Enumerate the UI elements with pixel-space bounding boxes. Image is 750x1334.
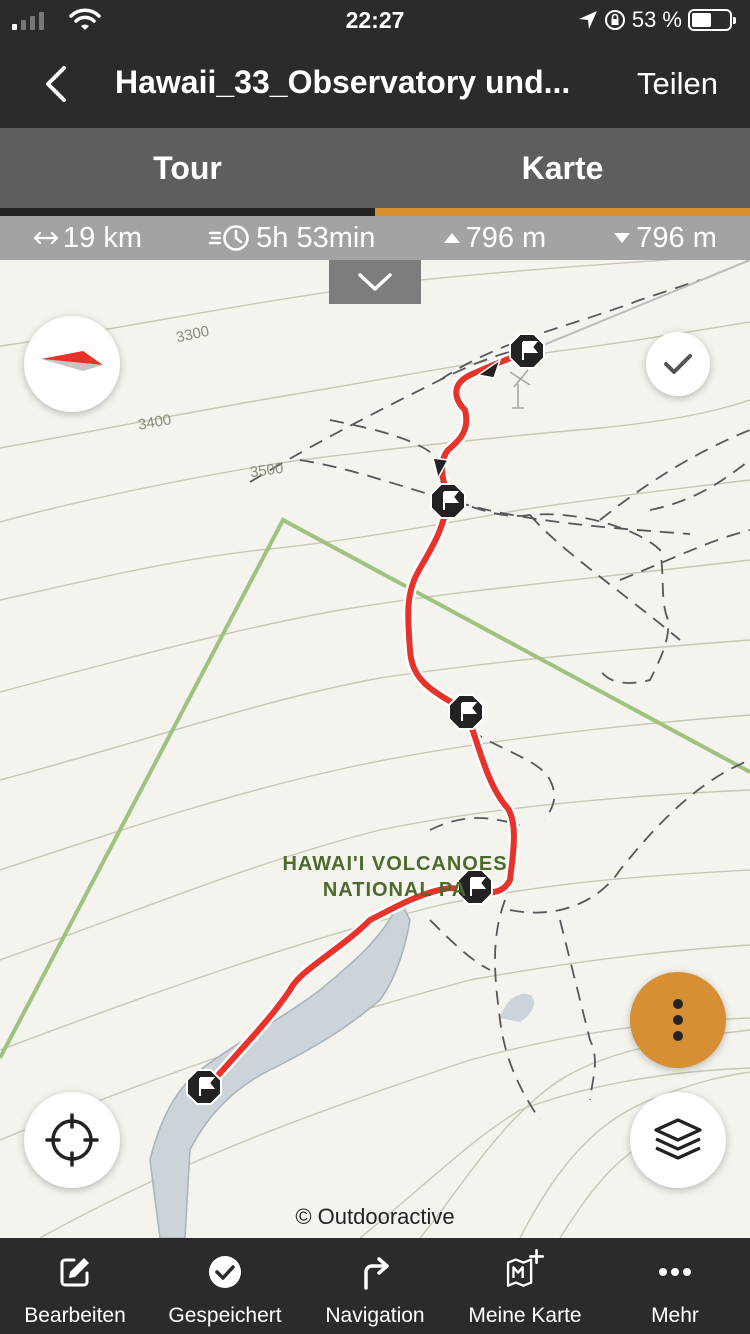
turn-right-arrow-icon — [364, 1257, 389, 1290]
tab-tour[interactable]: Tour — [0, 128, 375, 216]
chevron-left-icon — [46, 66, 66, 102]
waypoint-flag-2[interactable] — [430, 483, 466, 519]
confirm-check-button[interactable] — [646, 332, 710, 396]
battery-level — [692, 13, 712, 27]
bottom-toolbar: Bearbeiten Gespeichert Navigation Meine … — [0, 1238, 750, 1334]
compass-button[interactable] — [24, 316, 120, 412]
crosshair-icon — [45, 1113, 99, 1167]
rotation-lock-icon — [604, 10, 625, 30]
share-button[interactable]: Teilen — [637, 66, 718, 102]
status-right-group: 53 % — [578, 7, 736, 33]
battery-percent: 53 % — [631, 7, 682, 32]
descent-triangle-icon — [614, 233, 631, 243]
ascent-value: 796 m — [465, 221, 547, 254]
collapse-stats-button[interactable] — [329, 260, 421, 304]
descent-stat: 796 m — [612, 222, 717, 255]
meine-karte-button[interactable]: Meine Karte — [450, 1238, 600, 1334]
map-options-button[interactable] — [630, 972, 726, 1068]
waypoint-flag-1[interactable] — [509, 333, 545, 369]
terrain-layer — [0, 260, 750, 1238]
view-tabs: Tour Karte — [0, 128, 750, 216]
distance-stat: 19 km — [33, 222, 142, 255]
map-view[interactable]: 3300 3400 3500 HAWAI'I VOLCANOES NATIONA… — [0, 260, 750, 1238]
compass-needle-icon — [41, 351, 103, 371]
checkmark-icon — [664, 354, 692, 374]
page-title: Hawaii_33_Observatory und... — [115, 64, 571, 100]
park-name-label: HAWAI'I VOLCANOES NATIONAL PA — [280, 851, 510, 903]
distance-arrows-icon — [33, 231, 59, 245]
back-button[interactable] — [30, 58, 82, 110]
layers-icon — [654, 1118, 702, 1160]
bearbeiten-button[interactable]: Bearbeiten — [0, 1238, 150, 1334]
mehr-button[interactable]: Mehr — [600, 1238, 750, 1334]
descent-value: 796 m — [636, 221, 717, 254]
ascent-stat: 796 m — [442, 221, 547, 255]
distance-value: 19 km — [63, 221, 143, 254]
navigation-label: Navigation — [325, 1304, 425, 1327]
map-copyright: © Outdooractive — [295, 1204, 455, 1229]
status-bar: 22:27 53 % — [0, 0, 750, 40]
park-label-line2: NATIONAL PA — [322, 879, 468, 901]
waypoint-flag-5[interactable] — [186, 1069, 222, 1105]
duration-stat: 5h 53min — [208, 222, 375, 255]
bearbeiten-label: Bearbeiten — [24, 1304, 126, 1327]
duration-value: 5h 53min — [256, 221, 376, 254]
navigation-button[interactable]: Navigation — [300, 1238, 450, 1334]
gespeichert-button[interactable]: Gespeichert — [150, 1238, 300, 1334]
battery-icon — [688, 9, 736, 31]
locate-me-button[interactable] — [24, 1092, 120, 1188]
clock-speed-icon — [208, 225, 249, 251]
ascent-triangle-icon — [443, 233, 460, 243]
meine-karte-label: Meine Karte — [468, 1304, 582, 1327]
waypoint-flag-3[interactable] — [448, 694, 484, 730]
tab-karte[interactable]: Karte — [375, 128, 750, 216]
mehr-label: Mehr — [651, 1304, 699, 1327]
park-label-line1: HAWAI'I VOLCANOES — [282, 853, 508, 875]
edit-icon — [60, 1258, 89, 1287]
map-plus-icon — [506, 1248, 545, 1287]
map-layers-button[interactable] — [630, 1092, 726, 1188]
more-dots-icon — [659, 1268, 691, 1276]
navigation-bar: Hawaii_33_Observatory und... Teilen — [0, 40, 750, 128]
tour-stats-bar: 19 km 5h 53min 796 m 796 m — [0, 216, 750, 260]
vertical-dots-icon — [673, 999, 683, 1041]
gespeichert-label: Gespeichert — [168, 1304, 282, 1327]
location-arrow-icon — [578, 11, 597, 29]
saved-check-icon — [209, 1256, 241, 1288]
chevron-down-icon — [358, 273, 392, 291]
